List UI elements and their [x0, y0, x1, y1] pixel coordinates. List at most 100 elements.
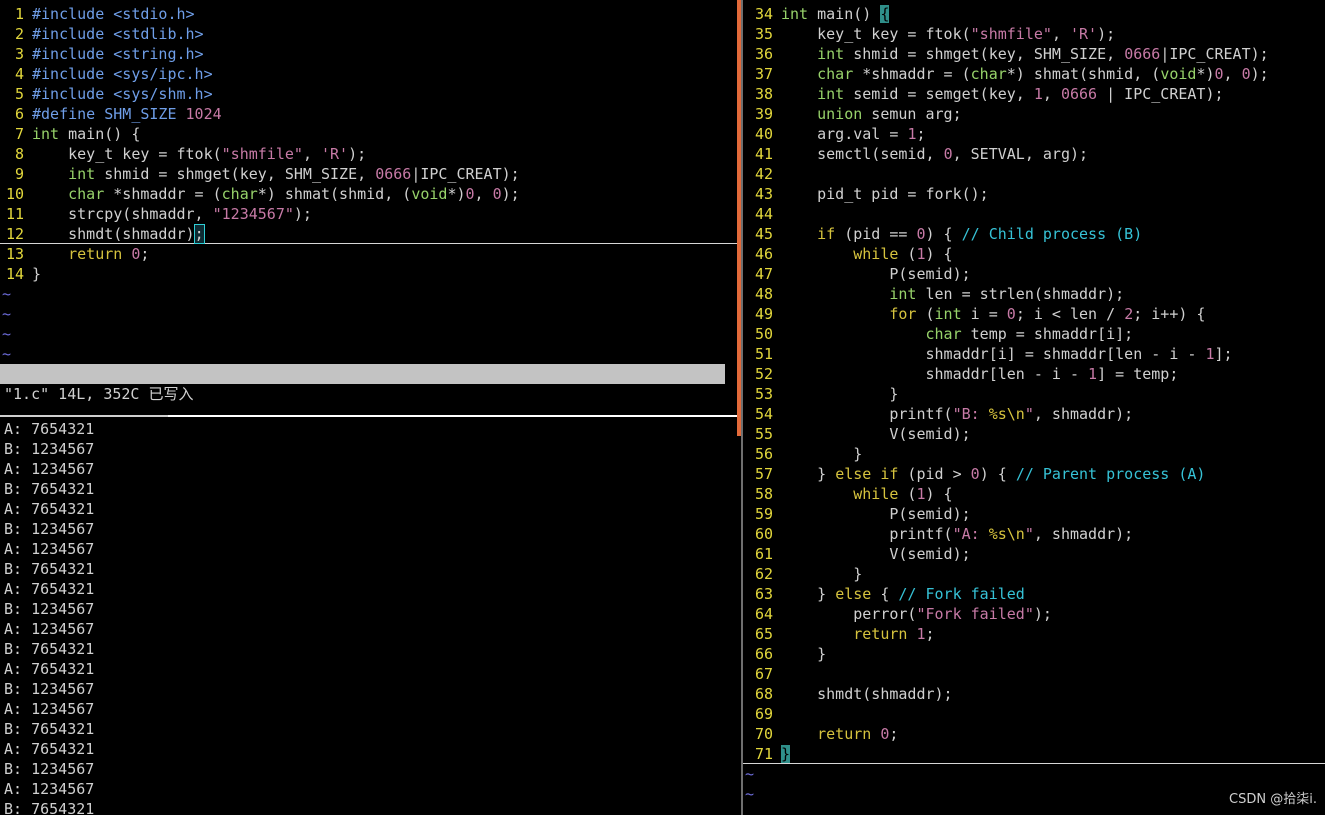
code-line[interactable]: 42: [743, 164, 1325, 184]
code-line[interactable]: 43 pid_t pid = fork();: [743, 184, 1325, 204]
line-number: 44: [754, 205, 773, 223]
code-text: while (1) {: [853, 245, 953, 263]
code-line[interactable]: 52 shmaddr[len - i - 1] = temp;: [743, 364, 1325, 384]
code-area-left[interactable]: 1 #include <stdio.h> 2 #include <stdlib.h> 3…: [0, 4, 737, 364]
terminal-line: A: 7654321: [4, 580, 95, 598]
code-line[interactable]: 64 perror("Fork failed");: [743, 604, 1325, 624]
code-line[interactable]: 53 }: [743, 384, 1325, 404]
line-number: 63: [754, 585, 773, 603]
code-text: #include <stdlib.h>: [32, 25, 204, 43]
vim-pane-right[interactable]: 34 int main() {35 key_t key = ftok("shmfi…: [743, 0, 1325, 815]
code-line[interactable]: 55 V(semid);: [743, 424, 1325, 444]
line-number: 50: [754, 325, 773, 343]
terminal-pane[interactable]: A: 7654321 B: 1234567 A: 1234567 B: 7654321…: [0, 419, 737, 815]
line-number: 62: [754, 565, 773, 583]
code-line[interactable]: 59 P(semid);: [743, 504, 1325, 524]
code-line[interactable]: 67: [743, 664, 1325, 684]
code-text: printf("B: %s\n", shmaddr);: [781, 405, 1134, 423]
code-line[interactable]: 57 } else if (pid > 0) { // Parent proce…: [743, 464, 1325, 484]
code-line[interactable]: 39 union semun arg;: [743, 104, 1325, 124]
watermark: CSDN @拾柒i.: [1229, 792, 1317, 807]
line-number: 42: [754, 165, 773, 183]
code-line[interactable]: 10 char *shmaddr = (char*) shmat(shmid, …: [0, 184, 737, 204]
terminal-line: A: 1234567: [4, 460, 95, 478]
code-line[interactable]: 65 return 1;: [743, 624, 1325, 644]
code-text: for (int i = 0; i < len / 2; i++) {: [889, 305, 1206, 323]
code-line[interactable]: 51 shmaddr[i] = shmaddr[len - i - 1];: [743, 344, 1325, 364]
line-number: 68: [754, 685, 773, 703]
code-text: int shmid = shmget(key, SHM_SIZE, 0666|I…: [817, 45, 1269, 63]
code-text: #include <sys/shm.h>: [32, 85, 213, 103]
line-number: 48: [754, 285, 773, 303]
line-number: 58: [754, 485, 773, 503]
code-line[interactable]: 13 return 0;: [0, 244, 737, 264]
code-line[interactable]: 41 semctl(semid, 0, SETVAL, arg);: [743, 144, 1325, 164]
code-text: }: [781, 385, 899, 403]
code-line[interactable]: 45 if (pid == 0) { // Child process (B): [743, 224, 1325, 244]
code-text: #include <sys/ipc.h>: [32, 65, 213, 83]
code-line[interactable]: 50 char temp = shmaddr[i];: [743, 324, 1325, 344]
terminal-line: B: 1234567: [4, 760, 95, 778]
code-line[interactable]: 54 printf("B: %s\n", shmaddr);: [743, 404, 1325, 424]
code-line[interactable]: 2 #include <stdlib.h>: [0, 24, 737, 44]
code-line[interactable]: 38 int semid = semget(key, 1, 0666 | IPC…: [743, 84, 1325, 104]
code-text: int main() {: [781, 5, 890, 23]
code-text: int semid = semget(key, 1, 0666 | IPC_CR…: [817, 85, 1224, 103]
line-number: 10: [5, 185, 24, 203]
code-line[interactable]: 47 P(semid);: [743, 264, 1325, 284]
code-line[interactable]: 8 key_t key = ftok("shmfile", 'R');: [0, 144, 737, 164]
code-line[interactable]: 46 while (1) {: [743, 244, 1325, 264]
code-text: pid_t pid = fork();: [781, 185, 989, 203]
line-number: 35: [754, 25, 773, 43]
code-line[interactable]: 44: [743, 204, 1325, 224]
code-line[interactable]: 37 char *shmaddr = (char*) shmat(shmid, …: [743, 64, 1325, 84]
terminal-line: B: 7654321: [4, 480, 95, 498]
code-line[interactable]: 71}: [743, 744, 1325, 764]
code-line[interactable]: 56 }: [743, 444, 1325, 464]
code-line[interactable]: 62 }: [743, 564, 1325, 584]
code-line[interactable]: 70 return 0;: [743, 724, 1325, 744]
code-line[interactable]: 6 #define SHM_SIZE 1024: [0, 104, 737, 124]
code-line[interactable]: 40 arg.val = 1;: [743, 124, 1325, 144]
code-text: V(semid);: [781, 425, 971, 443]
code-line[interactable]: 49 for (int i = 0; i < len / 2; i++) {: [743, 304, 1325, 324]
code-line[interactable]: 12 shmdt(shmaddr);: [0, 224, 737, 244]
line-number: 59: [754, 505, 773, 523]
line-number: 55: [754, 425, 773, 443]
code-area-right[interactable]: 34 int main() {35 key_t key = ftok("shmfi…: [743, 4, 1325, 804]
line-number: 64: [754, 605, 773, 623]
code-text: P(semid);: [781, 265, 971, 283]
code-text: char *shmaddr = (char*) shmat(shmid, (vo…: [817, 65, 1269, 83]
vim-command-line[interactable]: "1.c" 14L, 352C 已写入: [4, 384, 194, 404]
code-line[interactable]: 4 #include <sys/ipc.h>: [0, 64, 737, 84]
code-line[interactable]: 48 int len = strlen(shmaddr);: [743, 284, 1325, 304]
code-line[interactable]: 36 int shmid = shmget(key, SHM_SIZE, 066…: [743, 44, 1325, 64]
code-line[interactable]: 60 printf("A: %s\n", shmaddr);: [743, 524, 1325, 544]
vim-pane-top-left[interactable]: 1 #include <stdio.h> 2 #include <stdlib.h> 3…: [0, 0, 737, 415]
line-number: 39: [754, 105, 773, 123]
line-number: 49: [754, 305, 773, 323]
code-line[interactable]: 3 #include <string.h>: [0, 44, 737, 64]
code-text: #include <string.h>: [32, 45, 204, 63]
code-line[interactable]: 66 }: [743, 644, 1325, 664]
code-text: #define SHM_SIZE 1024: [32, 105, 222, 123]
code-line[interactable]: 58 while (1) {: [743, 484, 1325, 504]
code-line[interactable]: 61 V(semid);: [743, 544, 1325, 564]
code-line[interactable]: 63 } else { // Fork failed: [743, 584, 1325, 604]
code-line[interactable]: 34 int main() {: [743, 4, 1325, 24]
code-line[interactable]: 69: [743, 704, 1325, 724]
empty-buffer-line: ~: [2, 345, 12, 363]
code-line[interactable]: 7 int main() {: [0, 124, 737, 144]
line-number: 60: [754, 525, 773, 543]
code-line[interactable]: 35 key_t key = ftok("shmfile", 'R');: [743, 24, 1325, 44]
code-line[interactable]: 14}: [0, 264, 737, 284]
code-line[interactable]: 11 strcpy(shmaddr, "1234567");: [0, 204, 737, 224]
terminal-line: B: 1234567: [4, 520, 95, 538]
code-line[interactable]: 5 #include <sys/shm.h>: [0, 84, 737, 104]
line-number: 4: [14, 65, 24, 83]
line-number: 6: [14, 105, 24, 123]
code-line[interactable]: 1 #include <stdio.h>: [0, 4, 737, 24]
code-line[interactable]: 9 int shmid = shmget(key, SHM_SIZE, 0666…: [0, 164, 737, 184]
code-text: shmaddr[i] = shmaddr[len - i - 1];: [781, 345, 1233, 363]
code-line[interactable]: 68 shmdt(shmaddr);: [743, 684, 1325, 704]
